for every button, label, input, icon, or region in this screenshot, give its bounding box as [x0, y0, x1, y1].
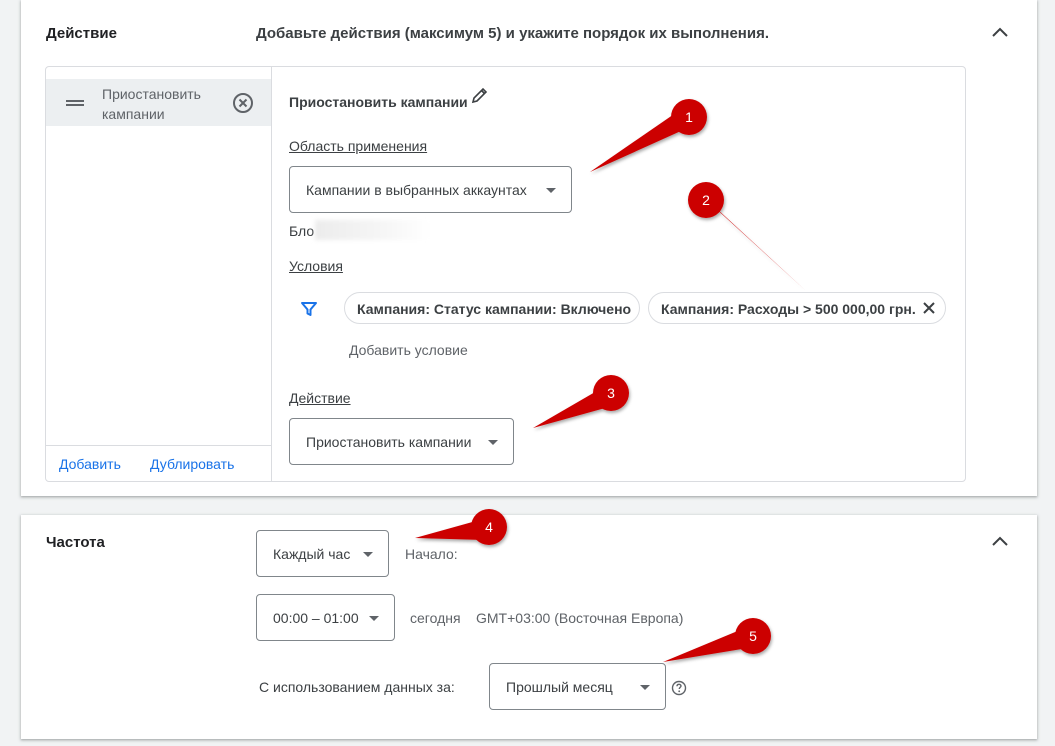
rule-title: Приостановить кампании	[289, 94, 468, 110]
action-list: Приостановить кампании Добавить Дублиров…	[46, 67, 272, 481]
action-select-value: Приостановить кампании	[306, 434, 472, 450]
drag-handle-icon[interactable]	[66, 100, 84, 106]
condition-chip-cost[interactable]: Кампания: Расходы > 500 000,00 грн.	[648, 292, 946, 324]
condition-chip-label: Кампания: Расходы > 500 000,00 грн.	[661, 301, 916, 317]
action-list-item[interactable]: Приостановить кампании	[46, 79, 271, 126]
chevron-down-icon	[363, 552, 373, 557]
add-action-link[interactable]: Добавить	[59, 456, 121, 472]
scope-select[interactable]: Кампании в выбранных аккаунтах	[289, 166, 572, 213]
pencil-icon[interactable]	[470, 85, 490, 105]
action-list-footer: Добавить Дублировать	[46, 445, 271, 481]
action-card: Действие Добавьте действия (максимум 5) …	[21, 0, 1037, 496]
scope-select-value: Кампании в выбранных аккаунтах	[306, 182, 527, 198]
accounts-text: Бло	[289, 223, 315, 239]
frequency-card: Частота Каждый час Начало: 00:00 – 01:00…	[21, 515, 1037, 739]
chevron-down-icon	[640, 685, 650, 690]
duplicate-action-link[interactable]: Дублировать	[150, 456, 234, 472]
timezone-text: GMT+03:00 (Восточная Европа)	[476, 610, 684, 626]
start-label: Начало:	[405, 546, 458, 562]
action-list-item-label: Приостановить кампании	[102, 86, 201, 122]
action-section-label: Действие	[46, 25, 117, 42]
action-section-description: Добавьте действия (максимум 5) и укажите…	[256, 25, 770, 42]
frequency-select[interactable]: Каждый час	[256, 530, 389, 577]
remove-circle-icon[interactable]	[232, 92, 254, 114]
redacted-account-names	[315, 220, 430, 240]
conditions-label: Условия	[289, 258, 343, 274]
chevron-up-icon[interactable]	[990, 532, 1010, 552]
frequency-section-label: Частота	[46, 534, 105, 551]
action-editor-panel: Приостановить кампании Добавить Дублиров…	[45, 66, 966, 482]
data-range-select-value: Прошлый месяц	[506, 679, 613, 695]
data-range-select[interactable]: Прошлый месяц	[489, 663, 666, 710]
filter-icon	[301, 302, 317, 316]
action-label: Действие	[289, 390, 351, 406]
add-condition-link[interactable]: Добавить условие	[349, 342, 468, 358]
action-select[interactable]: Приостановить кампании	[289, 418, 514, 465]
chevron-down-icon	[546, 188, 556, 193]
today-text: сегодня	[410, 610, 461, 626]
chevron-down-icon	[369, 616, 379, 621]
close-icon[interactable]	[923, 302, 935, 314]
time-select-value: 00:00 – 01:00	[273, 610, 359, 626]
condition-chip-label: Кампания: Статус кампании: Включено	[357, 301, 632, 317]
data-range-label: С использованием данных за:	[259, 679, 455, 695]
chevron-down-icon	[488, 440, 498, 445]
chevron-up-icon[interactable]	[990, 23, 1010, 43]
scope-label: Область применения	[289, 138, 428, 154]
help-circle-icon[interactable]	[671, 680, 687, 696]
time-select[interactable]: 00:00 – 01:00	[256, 594, 395, 641]
frequency-select-value: Каждый час	[273, 546, 351, 562]
condition-chip-status[interactable]: Кампания: Статус кампании: Включено	[344, 292, 640, 324]
